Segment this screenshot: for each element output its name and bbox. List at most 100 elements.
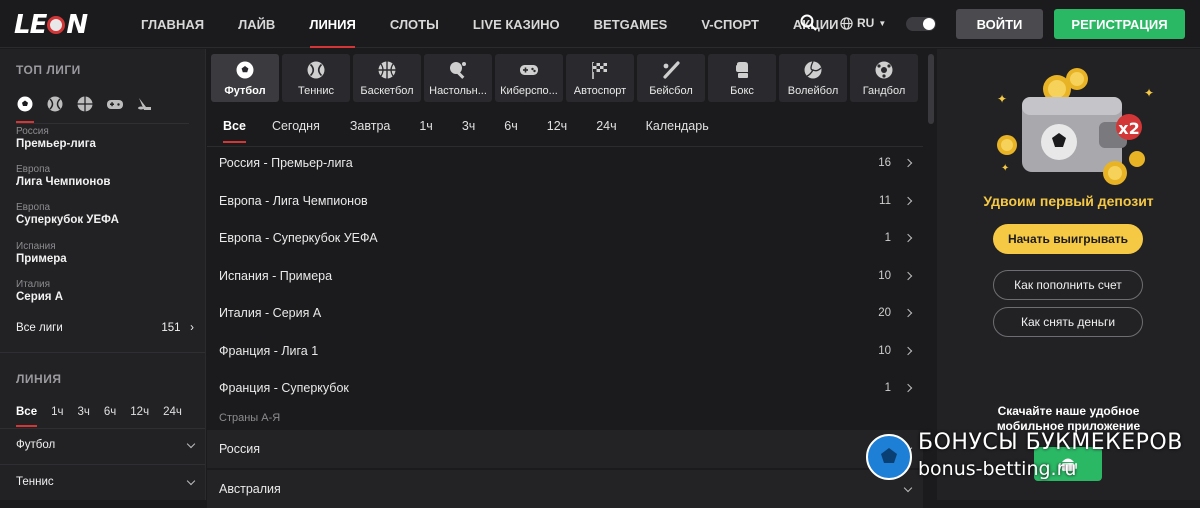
league-row[interactable]: Испания - Примера 10 [207,257,923,295]
sport-tab-tennis[interactable]: Теннис [282,54,350,102]
league-name: Премьер-лига [16,138,96,150]
time-filter-12h[interactable]: 12ч [130,406,149,418]
nav-slots[interactable]: СЛОТЫ [373,0,456,48]
basketball-icon [378,61,396,79]
tab-12h[interactable]: 12ч [547,119,567,133]
league-country: Россия [16,126,49,137]
league-row-name: Европа - Суперкубок УЕФА [219,231,378,245]
league-row[interactable]: Россия - Премьер-лига 16 [207,144,923,182]
chevron-right-icon [903,158,913,168]
language-selector[interactable]: RU ▼ [840,16,886,30]
sport-tab-label: Бейсбол [649,85,693,97]
start-winning-button[interactable]: Начать выигрывать [993,224,1143,254]
tab-all[interactable]: Все [223,119,246,143]
sport-tab-esports[interactable]: Киберспо... [495,54,563,102]
league-row-name: Франция - Суперкубок [219,381,349,395]
top-league-item[interactable]: Европа Лига Чемпионов [16,164,196,188]
sport-tab-motorsport[interactable]: Автоспорт [566,54,634,102]
tab-today[interactable]: Сегодня [272,119,320,133]
sport-tab-football[interactable]: Футбол [211,54,279,102]
league-country: Европа [16,202,51,213]
sport-tab-baseball[interactable]: Бейсбол [637,54,705,102]
nav-live-casino[interactable]: LIVE КАЗИНО [456,0,577,48]
league-row-name: Испания - Примера [219,269,333,283]
top-league-item[interactable]: Россия Премьер-лига [16,126,196,150]
football-icon [236,61,254,79]
divider [0,464,205,465]
top-leagues-heading: ТОП ЛИГИ [16,63,81,77]
sport-tab-volleyball[interactable]: Волейбол [779,54,847,102]
league-row[interactable]: Европа - Суперкубок УЕФА 1 [207,219,923,257]
top-league-item[interactable]: Италия Серия А [16,279,196,303]
top-league-item[interactable]: Испания Примера [16,241,196,265]
sport-label: Теннис [16,476,54,488]
sport-tab-label: Настольн... [429,85,487,97]
sport-tab-boxing[interactable]: Бокс [708,54,776,102]
time-filter-1h[interactable]: 1ч [51,406,63,418]
league-row-name: Россия - Премьер-лига [219,156,353,170]
tab-24h[interactable]: 24ч [596,119,616,133]
top-bar: LE N ГЛАВНАЯ ЛАЙВ ЛИНИЯ СЛОТЫ LIVE КАЗИНО… [0,0,1200,48]
time-filter-3h[interactable]: 3ч [78,406,90,418]
register-button[interactable]: РЕГИСТРАЦИЯ [1054,9,1185,39]
top-league-item[interactable]: Европа Суперкубок УЕФА [16,202,196,226]
nav-line[interactable]: ЛИНИЯ [292,0,373,48]
league-row[interactable]: Европа - Лига Чемпионов 11 [207,182,923,220]
divider [0,428,205,429]
search-icon[interactable] [800,14,818,32]
league-country: Европа [16,164,51,175]
countries-heading: Страны А-Я [219,412,281,424]
nav-betgames[interactable]: BETGAMES [577,0,685,48]
watermark-line-1: БОНУСЫ БУКМЕКЕРОВ [918,430,1183,455]
sport-tab-label: Волейбол [787,85,839,97]
sport-tab-label: Футбол [224,85,266,97]
nav-home[interactable]: ГЛАВНАЯ [124,0,221,48]
league-row[interactable]: Франция - Лига 1 10 [207,332,923,370]
sidebar-sport-tennis[interactable]: Теннис [16,476,196,488]
time-filter-24h[interactable]: 24ч [163,406,182,418]
time-filter-6h[interactable]: 6ч [104,406,116,418]
league-name: Лига Чемпионов [16,176,111,188]
country-row[interactable]: Россия [207,430,923,468]
league-row-count: 10 [878,345,891,357]
tab-3h[interactable]: 3ч [462,119,475,133]
nav-live[interactable]: ЛАЙВ [221,0,292,48]
tab-6h[interactable]: 6ч [504,119,517,133]
league-name: Серия А [16,291,64,303]
sport-tab-basketball[interactable]: Баскетбол [353,54,421,102]
tab-tomorrow[interactable]: Завтра [350,119,391,133]
tab-1h[interactable]: 1ч [419,119,432,133]
sidebar-time-filters: Все 1ч 3ч 6ч 12ч 24ч [16,406,196,427]
gamepad-icon[interactable] [106,95,124,113]
scrollbar[interactable] [928,54,934,124]
league-row-name: Европа - Лига Чемпионов [219,194,368,208]
leon-logo[interactable]: LE N [14,10,88,40]
main-content: Футбол Теннис Баскетбол Настольн... Кибе… [207,49,935,508]
sport-tab-table-tennis[interactable]: Настольн... [424,54,492,102]
tennis-icon[interactable] [46,95,64,113]
all-leagues-count: 151 › [161,322,194,334]
league-row[interactable]: Франция - Суперкубок 1 [207,369,923,407]
how-to-deposit-button[interactable]: Как пополнить счет [993,270,1143,300]
league-country: Италия [16,279,51,290]
chevron-down-icon [186,476,196,485]
chevron-right-icon: › [190,322,194,334]
country-row[interactable]: Австралия [207,470,923,508]
all-leagues-label: Все лиги [16,322,63,334]
football-icon[interactable] [16,95,34,123]
time-tabs: Все Сегодня Завтра 1ч 3ч 6ч 12ч 24ч Кале… [223,119,709,143]
theme-toggle[interactable] [906,17,936,31]
all-leagues-link[interactable]: Все лиги 151 › [16,322,194,334]
basketball-icon[interactable] [76,95,94,113]
league-row[interactable]: Италия - Серия А 20 [207,294,923,332]
country-name: Австралия [219,482,281,496]
time-filter-all[interactable]: Все [16,406,38,427]
how-to-withdraw-button[interactable]: Как снять деньги [993,307,1143,337]
sport-tab-handball[interactable]: Гандбол [850,54,918,102]
svg-text:✦: ✦ [1001,163,1009,174]
sidebar-sport-football[interactable]: Футбол [16,439,196,451]
tab-calendar[interactable]: Календарь [646,119,709,133]
nav-vsport[interactable]: V-СПОРТ [684,0,776,48]
hockey-icon[interactable] [136,95,154,113]
login-button[interactable]: ВОЙТИ [956,9,1043,39]
